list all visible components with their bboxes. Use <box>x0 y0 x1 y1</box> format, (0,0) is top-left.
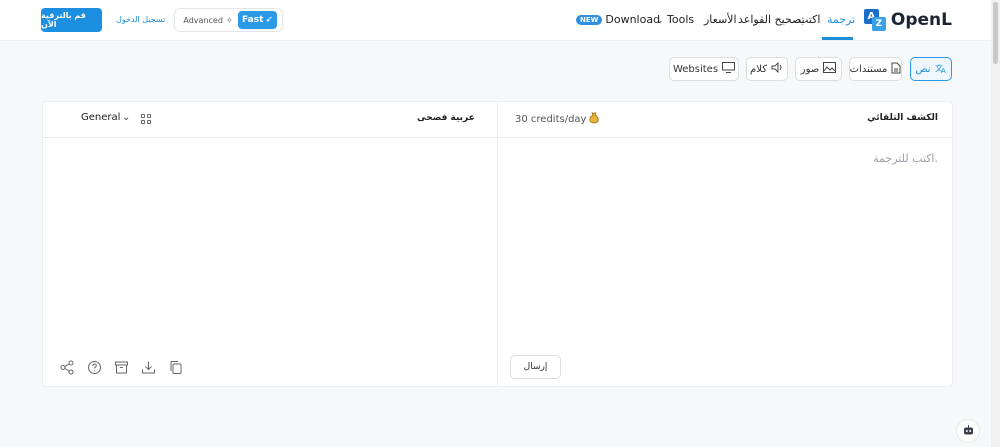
credits-label: 30 credits/day <box>515 114 587 125</box>
bot-icon <box>962 422 975 441</box>
nav-translate[interactable]: ترجمة <box>827 13 855 26</box>
rocket-icon: ➶ <box>265 15 273 25</box>
logo-text: OpenL <box>890 10 952 30</box>
tab-websites-label: Websites <box>672 63 719 75</box>
copy-icon[interactable] <box>168 360 183 375</box>
openl-logo[interactable]: AZ OpenL <box>863 9 952 31</box>
new-badge: NEW <box>576 15 603 25</box>
sparkle-icon: ✧ <box>225 15 233 25</box>
upgrade-button[interactable]: قم بالترقية الآن <box>41 8 102 32</box>
logo-icon: AZ <box>863 9 886 31</box>
target-language-selector[interactable]: عربية فصحى <box>417 113 475 123</box>
source-language-selector[interactable]: الكشف التلقائي <box>867 113 938 123</box>
scrollbar-thumb[interactable] <box>993 2 998 64</box>
fast-label: Fast <box>242 15 264 25</box>
source-text-input[interactable]: اكتب للترجمة. <box>873 152 938 165</box>
translate-icon: 文A <box>935 62 947 77</box>
tab-speech[interactable]: كلام <box>746 57 788 81</box>
nav-tools[interactable]: ⌄ Tools <box>656 13 694 26</box>
tab-documents[interactable]: مستندات <box>849 57 902 81</box>
money-bag-icon <box>589 112 600 127</box>
panel-divider-horizontal <box>42 137 953 138</box>
tab-text[interactable]: نص 文A <box>910 57 952 81</box>
support-chat-button[interactable] <box>956 419 980 443</box>
help-circle-icon[interactable] <box>87 360 102 375</box>
grid-icon[interactable] <box>141 114 151 124</box>
credits-indicator: 30 credits/day <box>515 112 600 127</box>
nav-download-label: Download <box>605 13 661 26</box>
image-icon <box>823 62 837 76</box>
nav-pricing[interactable]: الأسعار <box>704 13 737 26</box>
fast-mode-button[interactable]: Fast ➶ <box>238 11 277 29</box>
chevron-down-icon[interactable]: ⌄ <box>122 112 130 123</box>
advanced-mode-button[interactable]: Advanced ✧ <box>180 11 236 29</box>
share-icon[interactable] <box>60 360 75 375</box>
tab-images-label: صور <box>800 63 820 75</box>
monitor-icon <box>722 62 736 76</box>
tab-text-label: نص <box>915 63 931 75</box>
download-icon[interactable] <box>141 360 156 375</box>
scrollbar-track[interactable] <box>991 0 1000 447</box>
panel-divider-vertical <box>497 101 498 387</box>
nav-tools-label: Tools <box>667 13 695 26</box>
tab-documents-label: مستندات <box>849 63 888 75</box>
tab-speech-label: كلام <box>750 63 767 75</box>
svg-text:A: A <box>941 67 946 74</box>
login-link[interactable]: تسجيل الدخول <box>116 15 165 24</box>
document-icon <box>891 62 901 77</box>
nav-download[interactable]: NEW Download <box>576 13 660 26</box>
archive-icon[interactable] <box>114 360 129 375</box>
tab-websites[interactable]: Websites <box>669 57 739 81</box>
send-button[interactable]: إرسال <box>510 355 561 379</box>
style-selector[interactable]: General <box>81 112 120 123</box>
nav-active-indicator <box>822 37 853 40</box>
nav-grammar[interactable]: تصحيح القواعد <box>738 13 805 26</box>
advanced-label: Advanced <box>183 15 223 25</box>
speaker-icon <box>771 61 784 76</box>
tab-images[interactable]: صور <box>795 57 842 81</box>
